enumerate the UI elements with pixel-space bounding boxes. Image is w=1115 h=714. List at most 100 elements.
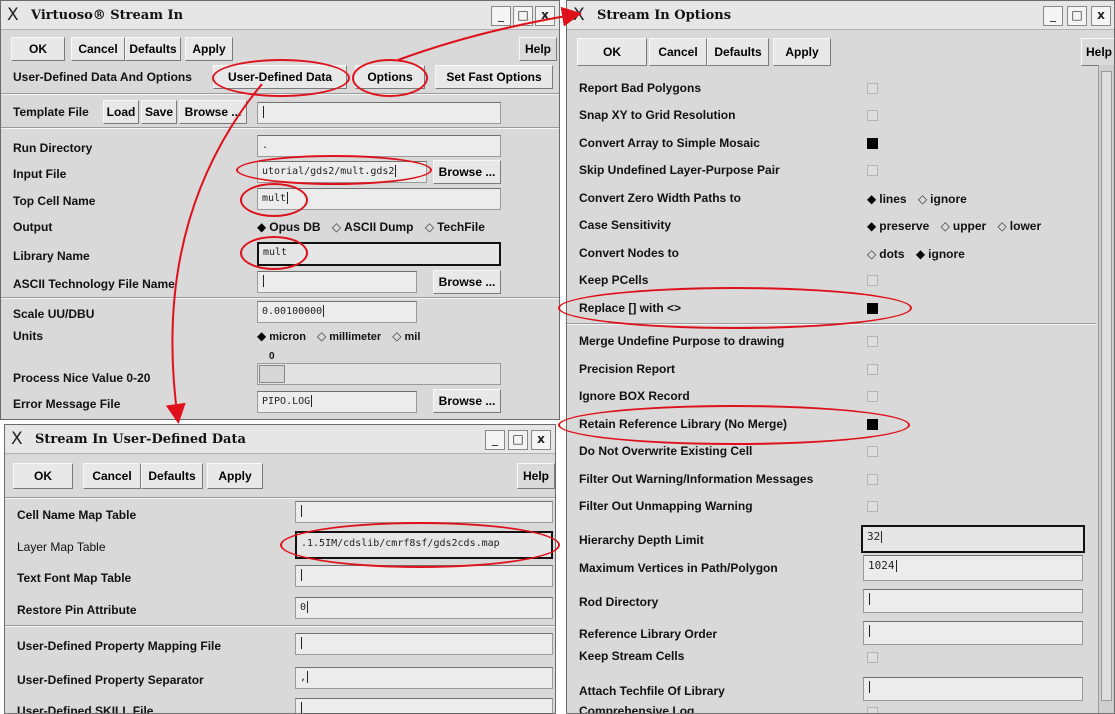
snap-xy-label: Snap XY to Grid Resolution bbox=[579, 108, 736, 122]
keep-pcells-checkbox[interactable] bbox=[867, 275, 878, 286]
max-vertices-field[interactable]: 1024 bbox=[863, 555, 1083, 581]
help-button[interactable]: Help bbox=[519, 37, 557, 61]
replace-brackets-checkbox[interactable] bbox=[867, 303, 878, 314]
template-save-button[interactable]: Save bbox=[141, 100, 177, 124]
scale-field[interactable]: 0.00100000 bbox=[257, 301, 417, 323]
report-bad-polygons-checkbox[interactable] bbox=[867, 83, 878, 94]
units-micron-radio[interactable]: ◆ micron bbox=[257, 329, 306, 343]
nodes-ignore-radio[interactable]: ◆ ignore bbox=[916, 247, 965, 261]
ascii-tech-browse-button[interactable]: Browse ... bbox=[433, 270, 501, 294]
cell-name-map-table-label: Cell Name Map Table bbox=[17, 508, 137, 522]
convert-nodes-radio-group: ◇ dots ◆ ignore bbox=[867, 247, 973, 261]
x-logo-icon: X bbox=[573, 5, 585, 25]
nice-value-readout: 0 bbox=[269, 351, 275, 362]
scrollbar-thumb[interactable] bbox=[1101, 71, 1112, 701]
cancel-button[interactable]: Cancel bbox=[83, 463, 141, 489]
apply-button[interactable]: Apply bbox=[185, 37, 233, 61]
defaults-button[interactable]: Defaults bbox=[125, 37, 181, 61]
units-millimeter-radio[interactable]: ◇ millimeter bbox=[317, 329, 381, 343]
error-message-file-field[interactable]: PIPO.LOG bbox=[257, 391, 417, 413]
output-opus-db-radio[interactable]: ◆ Opus DB bbox=[257, 220, 321, 234]
output-ascii-dump-radio[interactable]: ◇ ASCII Dump bbox=[332, 220, 414, 234]
filter-warning-messages-checkbox[interactable] bbox=[867, 474, 878, 485]
library-name-field[interactable]: mult bbox=[257, 242, 501, 266]
apply-button[interactable]: Apply bbox=[207, 463, 263, 489]
reference-library-order-field[interactable] bbox=[863, 621, 1083, 645]
ascii-tech-file-field[interactable] bbox=[257, 271, 417, 293]
separator bbox=[5, 625, 555, 627]
minimize-button[interactable]: _ bbox=[1043, 6, 1063, 26]
radio-unselected-icon: ◇ bbox=[424, 220, 435, 234]
help-button[interactable]: Help bbox=[1081, 38, 1114, 66]
skip-undefined-lpp-checkbox[interactable] bbox=[867, 165, 878, 176]
ok-button[interactable]: OK bbox=[13, 463, 73, 489]
case-upper-radio[interactable]: ◇ upper bbox=[941, 219, 987, 233]
options-button[interactable]: Options bbox=[355, 65, 425, 89]
attach-techfile-field[interactable] bbox=[863, 677, 1083, 701]
close-button[interactable]: x bbox=[1091, 6, 1111, 26]
filter-unmapping-warning-checkbox[interactable] bbox=[867, 501, 878, 512]
input-file-label: Input File bbox=[13, 167, 67, 181]
keep-stream-cells-checkbox[interactable] bbox=[867, 652, 878, 663]
vertical-scrollbar[interactable] bbox=[1098, 65, 1114, 713]
nodes-dots-radio[interactable]: ◇ dots bbox=[867, 247, 905, 261]
comprehensive-log-checkbox[interactable] bbox=[867, 707, 878, 713]
units-mil-radio[interactable]: ◇ mil bbox=[392, 329, 420, 343]
error-file-browse-button[interactable]: Browse ... bbox=[433, 389, 501, 413]
minimize-button[interactable]: _ bbox=[485, 430, 505, 450]
slider-thumb[interactable] bbox=[259, 365, 285, 383]
stream-in-options-window: X Stream In Options _ □ x OK Cancel Defa… bbox=[566, 0, 1115, 714]
template-load-button[interactable]: Load bbox=[103, 100, 139, 124]
maximize-button[interactable]: □ bbox=[508, 430, 528, 450]
zero-width-lines-radio[interactable]: ◆ lines bbox=[867, 192, 907, 206]
text-font-map-table-field[interactable] bbox=[295, 565, 553, 587]
restore-pin-attribute-field[interactable]: 0 bbox=[295, 597, 553, 619]
defaults-button[interactable]: Defaults bbox=[141, 463, 203, 489]
close-button[interactable]: x bbox=[531, 430, 551, 450]
ok-button[interactable]: OK bbox=[11, 37, 65, 61]
property-separator-field[interactable]: , bbox=[295, 667, 553, 689]
template-file-field[interactable] bbox=[257, 102, 501, 124]
ok-button[interactable]: OK bbox=[577, 38, 647, 66]
zero-width-ignore-radio[interactable]: ◇ ignore bbox=[918, 192, 967, 206]
keep-pcells-label: Keep PCells bbox=[579, 273, 649, 287]
convert-array-checkbox[interactable] bbox=[867, 138, 878, 149]
rod-directory-field[interactable] bbox=[863, 589, 1083, 613]
apply-button[interactable]: Apply bbox=[773, 38, 831, 66]
help-button[interactable]: Help bbox=[517, 463, 555, 489]
retain-reference-library-checkbox[interactable] bbox=[867, 419, 878, 430]
snap-xy-checkbox[interactable] bbox=[867, 110, 878, 121]
maximize-button[interactable]: □ bbox=[1067, 6, 1087, 26]
minimize-button[interactable]: _ bbox=[491, 6, 511, 26]
cancel-button[interactable]: Cancel bbox=[649, 38, 707, 66]
cell-name-map-table-field[interactable] bbox=[295, 501, 553, 523]
precision-report-label: Precision Report bbox=[579, 362, 676, 376]
run-directory-field[interactable]: . bbox=[257, 135, 501, 157]
layer-map-table-field[interactable]: .1.5IM/cdslib/cmrf8sf/gds2cds.map bbox=[295, 531, 553, 559]
hierarchy-depth-field[interactable]: 32 bbox=[861, 525, 1085, 553]
top-cell-name-field[interactable]: mult bbox=[257, 188, 501, 210]
maximize-button[interactable]: □ bbox=[513, 6, 533, 26]
defaults-button[interactable]: Defaults bbox=[707, 38, 769, 66]
merge-undefine-purpose-checkbox[interactable] bbox=[867, 336, 878, 347]
comprehensive-log-label: Comprehensive Log bbox=[579, 704, 695, 714]
title-bar[interactable]: X Stream In Options _ □ x bbox=[567, 1, 1114, 30]
set-fast-options-button[interactable]: Set Fast Options bbox=[435, 65, 553, 89]
skill-file-field[interactable] bbox=[295, 698, 553, 713]
input-file-browse-button[interactable]: Browse ... bbox=[433, 160, 501, 184]
user-defined-data-button[interactable]: User-Defined Data bbox=[213, 65, 347, 89]
precision-report-checkbox[interactable] bbox=[867, 364, 878, 375]
nice-value-slider[interactable] bbox=[257, 363, 501, 385]
template-browse-button[interactable]: Browse ... bbox=[179, 100, 247, 124]
title-bar[interactable]: X Stream In User-Defined Data _ □ x bbox=[5, 425, 555, 454]
do-not-overwrite-checkbox[interactable] bbox=[867, 446, 878, 457]
close-button[interactable]: x bbox=[535, 6, 555, 26]
case-preserve-radio[interactable]: ◆ preserve bbox=[867, 219, 929, 233]
input-file-field[interactable]: utorial/gds2/mult.gds2 bbox=[257, 161, 427, 183]
cancel-button[interactable]: Cancel bbox=[71, 37, 125, 61]
ignore-box-record-checkbox[interactable] bbox=[867, 391, 878, 402]
output-techfile-radio[interactable]: ◇ TechFile bbox=[425, 220, 485, 234]
property-mapping-file-field[interactable] bbox=[295, 633, 553, 655]
title-bar[interactable]: X Virtuoso® Stream In _ □ x bbox=[1, 1, 559, 30]
case-lower-radio[interactable]: ◇ lower bbox=[998, 219, 1042, 233]
